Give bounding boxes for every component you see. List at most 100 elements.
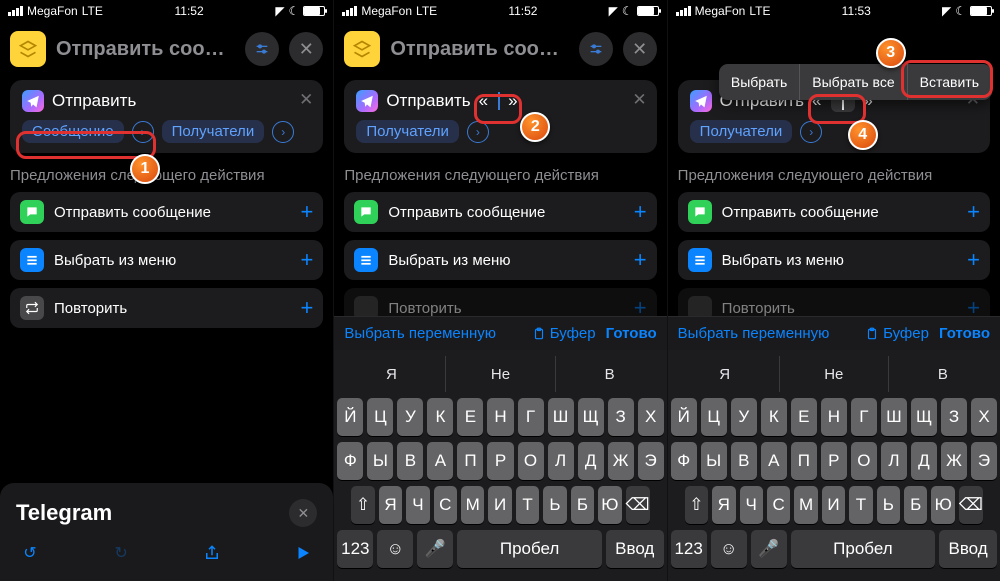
ctx-paste[interactable]: Вставить xyxy=(908,64,992,100)
recipients-tag[interactable]: Получатели xyxy=(690,120,793,143)
key-Ж[interactable]: Ж xyxy=(941,442,967,480)
backspace-key[interactable]: ⌫ xyxy=(626,486,650,524)
key-Т[interactable]: Т xyxy=(849,486,872,524)
card-close-icon[interactable]: ✕ xyxy=(632,90,646,110)
key-Д[interactable]: Д xyxy=(578,442,604,480)
key-Ы[interactable]: Ы xyxy=(701,442,727,480)
action-card[interactable]: ✕ Отправить « » Получатели › xyxy=(344,80,656,153)
share-icon[interactable] xyxy=(198,539,226,567)
key-Ы[interactable]: Ы xyxy=(367,442,393,480)
clipboard-button[interactable]: Буфер xyxy=(865,325,929,342)
key-С[interactable]: С xyxy=(434,486,457,524)
key-Щ[interactable]: Щ xyxy=(911,398,937,436)
card-close-icon[interactable]: ✕ xyxy=(299,90,313,110)
suggestion-row[interactable]: Выбрать из меню + xyxy=(678,240,990,280)
key-Й[interactable]: Й xyxy=(337,398,363,436)
shift-key[interactable]: ⇧ xyxy=(685,486,708,524)
key-Г[interactable]: Г xyxy=(518,398,544,436)
suggestion-row[interactable]: Отправить сообщение + xyxy=(10,192,323,232)
key-А[interactable]: А xyxy=(427,442,453,480)
key-Х[interactable]: Х xyxy=(971,398,997,436)
key-Я[interactable]: Я xyxy=(379,486,402,524)
chevron-right-icon[interactable]: › xyxy=(800,121,822,143)
key-Ю[interactable]: Ю xyxy=(931,486,954,524)
enter-key[interactable]: Ввод xyxy=(606,530,664,568)
key-Б[interactable]: Б xyxy=(571,486,594,524)
key-Ф[interactable]: Ф xyxy=(337,442,363,480)
key-П[interactable]: П xyxy=(457,442,483,480)
key-З[interactable]: З xyxy=(941,398,967,436)
key-Х[interactable]: Х xyxy=(638,398,664,436)
key-Т[interactable]: Т xyxy=(516,486,539,524)
suggestion-row[interactable]: Выбрать из меню + xyxy=(10,240,323,280)
suggestion-row[interactable]: Отправить сообщение + xyxy=(344,192,656,232)
key-Ч[interactable]: Ч xyxy=(740,486,763,524)
mic-key[interactable]: 🎤 xyxy=(751,530,787,568)
shift-key[interactable]: ⇧ xyxy=(351,486,374,524)
key-Э[interactable]: Э xyxy=(638,442,664,480)
key-К[interactable]: К xyxy=(761,398,787,436)
key-Л[interactable]: Л xyxy=(881,442,907,480)
key-Л[interactable]: Л xyxy=(548,442,574,480)
key-С[interactable]: С xyxy=(767,486,790,524)
key-К[interactable]: К xyxy=(427,398,453,436)
clipboard-button[interactable]: Буфер xyxy=(532,325,596,342)
space-key[interactable]: Пробел xyxy=(457,530,602,568)
key-У[interactable]: У xyxy=(731,398,757,436)
key-Й[interactable]: Й xyxy=(671,398,697,436)
numbers-key[interactable]: 123 xyxy=(671,530,707,568)
done-button[interactable]: Готово xyxy=(939,325,990,342)
chevron-right-icon[interactable]: › xyxy=(467,121,489,143)
recipients-tag[interactable]: Получатели xyxy=(162,120,265,143)
sheet-close-button[interactable]: ✕ xyxy=(289,499,317,527)
key-Ч[interactable]: Ч xyxy=(406,486,429,524)
add-icon[interactable]: + xyxy=(634,199,647,225)
key-Е[interactable]: Е xyxy=(457,398,483,436)
key-Р[interactable]: Р xyxy=(487,442,513,480)
key-В[interactable]: В xyxy=(731,442,757,480)
ctx-select-all[interactable]: Выбрать все xyxy=(800,64,907,100)
key-Р[interactable]: Р xyxy=(821,442,847,480)
space-key[interactable]: Пробел xyxy=(791,530,936,568)
key-Ь[interactable]: Ь xyxy=(543,486,566,524)
key-О[interactable]: О xyxy=(518,442,544,480)
suggestion-row[interactable]: Отправить сообщение + xyxy=(678,192,990,232)
select-variable-button[interactable]: Выбрать переменную xyxy=(678,325,830,342)
key-Ш[interactable]: Ш xyxy=(548,398,574,436)
add-icon[interactable]: + xyxy=(634,247,647,273)
kb-suggestion[interactable]: Я xyxy=(671,356,780,392)
undo-icon[interactable]: ↺ xyxy=(16,539,44,567)
key-И[interactable]: И xyxy=(488,486,511,524)
close-button[interactable]: ✕ xyxy=(623,32,657,66)
key-З[interactable]: З xyxy=(608,398,634,436)
key-Е[interactable]: Е xyxy=(791,398,817,436)
key-Н[interactable]: Н xyxy=(821,398,847,436)
key-А[interactable]: А xyxy=(761,442,787,480)
add-icon[interactable]: + xyxy=(300,247,313,273)
key-Г[interactable]: Г xyxy=(851,398,877,436)
key-М[interactable]: М xyxy=(794,486,817,524)
key-Ц[interactable]: Ц xyxy=(701,398,727,436)
key-В[interactable]: В xyxy=(397,442,423,480)
key-Ф[interactable]: Ф xyxy=(671,442,697,480)
select-variable-button[interactable]: Выбрать переменную xyxy=(344,325,496,342)
key-У[interactable]: У xyxy=(397,398,423,436)
play-icon[interactable] xyxy=(289,539,317,567)
done-button[interactable]: Готово xyxy=(606,325,657,342)
key-Э[interactable]: Э xyxy=(971,442,997,480)
key-Б[interactable]: Б xyxy=(904,486,927,524)
action-card[interactable]: ✕ Отправить Сообщение › Получатели › xyxy=(10,80,323,153)
emoji-key[interactable]: ☺ xyxy=(377,530,413,568)
key-Щ[interactable]: Щ xyxy=(578,398,604,436)
kb-suggestion[interactable]: Я xyxy=(337,356,446,392)
suggestion-row[interactable]: Повторить + xyxy=(10,288,323,328)
key-Д[interactable]: Д xyxy=(911,442,937,480)
key-О[interactable]: О xyxy=(851,442,877,480)
mic-key[interactable]: 🎤 xyxy=(417,530,453,568)
message-tag[interactable]: Сообщение xyxy=(22,120,124,143)
chevron-right-icon[interactable]: › xyxy=(132,121,154,143)
key-Ц[interactable]: Ц xyxy=(367,398,393,436)
kb-suggestion[interactable]: Не xyxy=(446,356,555,392)
key-Ж[interactable]: Ж xyxy=(608,442,634,480)
backspace-key[interactable]: ⌫ xyxy=(959,486,983,524)
